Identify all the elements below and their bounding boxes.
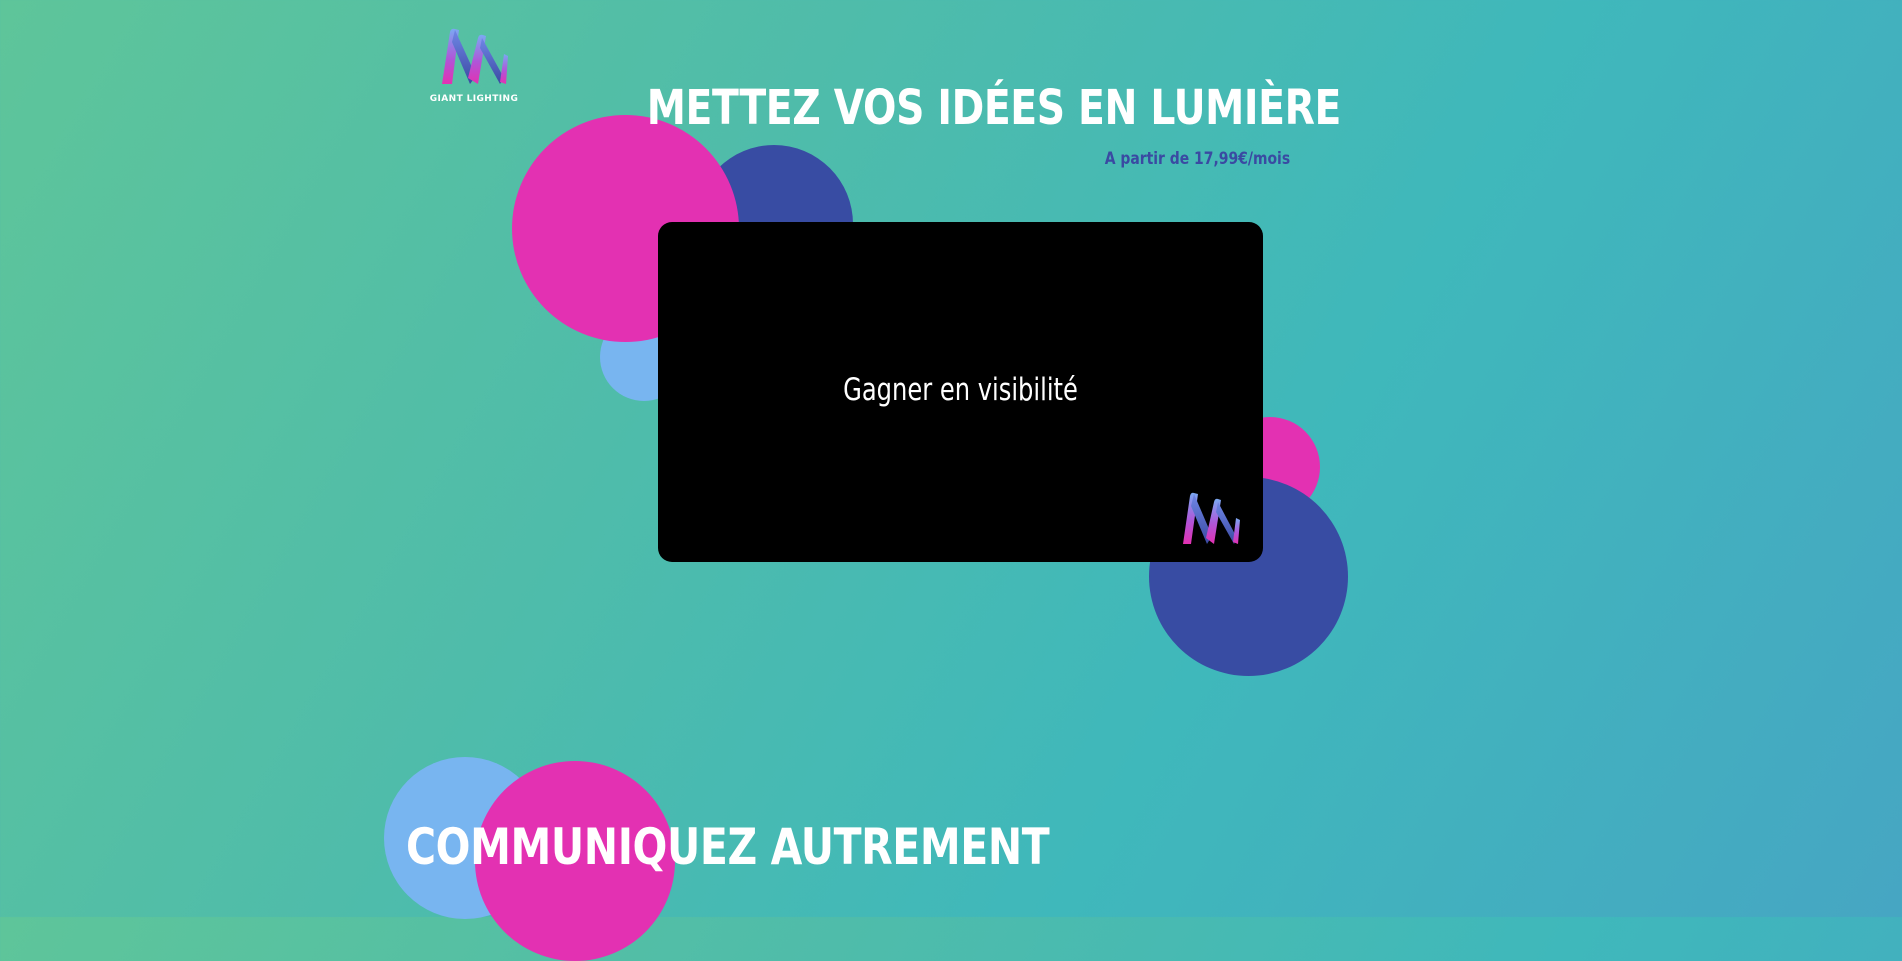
price-text: A partir de 17,99€/mois bbox=[1104, 149, 1290, 169]
video-watermark-logo-icon bbox=[1183, 492, 1240, 544]
hero-title: METTEZ VOS IDÉES EN LUMIÈRE bbox=[646, 80, 1342, 136]
video-player[interactable]: Gagner en visibilité bbox=[658, 222, 1263, 562]
video-caption: Gagner en visibilité bbox=[843, 372, 1078, 408]
brand-name: GIANT LIGHTING bbox=[429, 94, 519, 104]
brand-logo[interactable]: GIANT LIGHTING bbox=[424, 26, 524, 106]
giant-lighting-m-logo-icon bbox=[442, 28, 508, 84]
section-title: COMMUNIQUEZ AUTREMENT bbox=[406, 818, 1050, 876]
